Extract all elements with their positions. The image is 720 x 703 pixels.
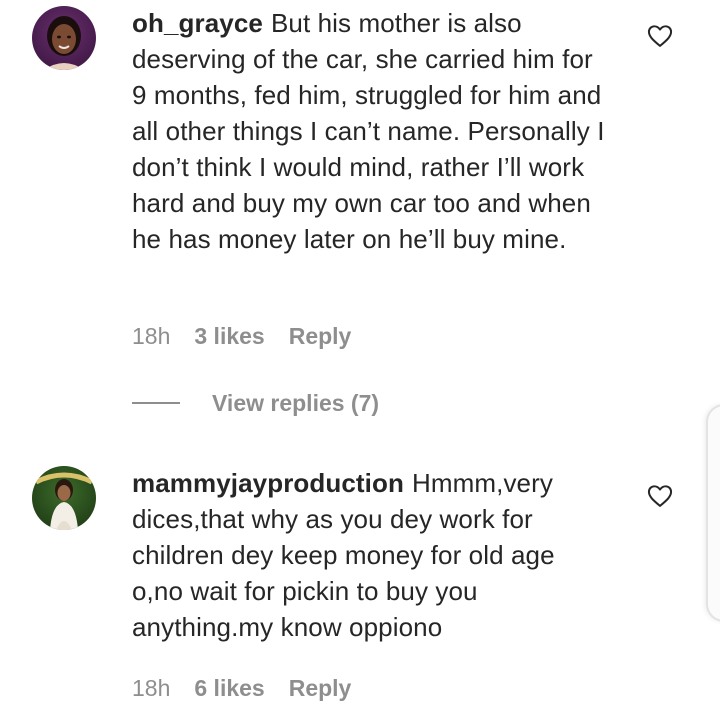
view-replies-divider	[132, 402, 180, 404]
avatar[interactable]	[32, 466, 96, 530]
view-replies-label: View replies (7)	[212, 390, 380, 416]
comment-likes[interactable]: 3 likes	[194, 321, 264, 351]
comment-username[interactable]: mammyjayproduction	[132, 468, 404, 498]
comment-text: mammyjayproduction Hmmm,very dices,that w…	[132, 465, 612, 645]
heart-outline-icon[interactable]	[646, 22, 674, 50]
comment-meta: 18h 6 likes Reply	[132, 673, 351, 703]
reply-button[interactable]: Reply	[289, 321, 352, 351]
comment-username[interactable]: oh_grayce	[132, 8, 263, 38]
comment-text: oh_grayce But his mother is also deservin…	[132, 5, 612, 257]
comment-body: But his mother is also deserving of the …	[132, 8, 605, 254]
comment-timestamp: 18h	[132, 323, 171, 349]
comment-likes[interactable]: 6 likes	[194, 673, 264, 703]
comment-timestamp: 18h	[132, 675, 171, 701]
heart-outline-icon[interactable]	[646, 482, 674, 510]
comment-meta: 18h 3 likes Reply	[132, 321, 351, 351]
avatar[interactable]	[32, 6, 96, 70]
edge-panel-handle[interactable]	[706, 404, 720, 622]
reply-button[interactable]: Reply	[289, 673, 352, 703]
view-replies-button[interactable]: View replies (7)	[132, 388, 379, 418]
